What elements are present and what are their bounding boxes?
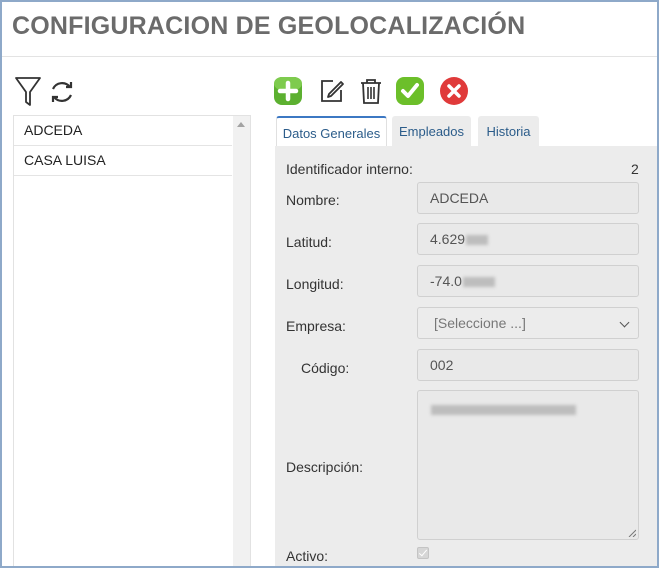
latitude-value: 4.629 [430, 231, 466, 247]
delete-button[interactable] [356, 76, 386, 106]
tab-datos-generales[interactable]: Datos Generales [276, 116, 387, 148]
latitude-label: Latitud: [286, 234, 332, 250]
code-value: 002 [430, 357, 454, 373]
description-label: Descripción: [286, 459, 364, 475]
code-label: Código: [301, 360, 350, 376]
save-button[interactable] [395, 76, 425, 106]
company-placeholder: [Seleccione ...] [434, 315, 526, 331]
name-value: ADCEDA [430, 190, 489, 206]
company-select[interactable]: [Seleccione ...] [417, 307, 639, 339]
cancel-button[interactable] [439, 76, 469, 106]
edit-button[interactable] [317, 76, 347, 106]
internal-id-label: Identificador interno: [286, 161, 413, 177]
check-icon [418, 547, 428, 557]
description-textarea[interactable] [417, 390, 639, 540]
redacted-text [431, 405, 576, 415]
add-icon [274, 77, 302, 105]
edit-icon [321, 80, 344, 102]
scroll-up-arrow[interactable] [237, 122, 245, 127]
list-item[interactable]: ADCEDA [14, 116, 232, 146]
tab-historia[interactable]: Historia [478, 116, 539, 146]
longitude-value: -74.0 [430, 273, 462, 289]
longitude-field[interactable]: -74.0 [417, 265, 639, 297]
scrollbar[interactable] [233, 116, 250, 566]
active-label: Activo: [286, 548, 329, 564]
redacted-text [462, 277, 495, 288]
active-checkbox[interactable] [417, 547, 429, 559]
refresh-icon[interactable] [48, 78, 76, 111]
window: CONFIGURACION DE GEOLOCALIZACIÓN ADCEDA … [0, 0, 659, 568]
cancel-icon [440, 77, 468, 105]
delete-icon [361, 79, 381, 104]
resize-handle-icon[interactable] [628, 529, 636, 537]
redacted-text [466, 235, 489, 246]
name-label: Nombre: [286, 192, 340, 208]
title-divider [2, 56, 657, 57]
internal-id-value: 2 [631, 161, 639, 177]
location-list: ADCEDA CASA LUISA [13, 115, 251, 566]
add-button[interactable] [273, 76, 303, 106]
tab-empleados[interactable]: Empleados [392, 116, 471, 146]
code-field[interactable]: 002 [417, 349, 639, 381]
chevron-down-icon [619, 317, 630, 328]
general-data-panel: Identificador interno: 2 Nombre: ADCEDA … [275, 146, 657, 566]
save-icon [396, 77, 424, 105]
filter-icon[interactable] [14, 76, 42, 113]
name-field[interactable]: ADCEDA [417, 182, 639, 214]
list-item[interactable]: CASA LUISA [14, 146, 232, 176]
longitude-label: Longitud: [286, 276, 344, 292]
latitude-field[interactable]: 4.629 [417, 223, 639, 255]
company-label: Empresa: [286, 318, 346, 334]
page-title: CONFIGURACION DE GEOLOCALIZACIÓN [12, 12, 526, 40]
